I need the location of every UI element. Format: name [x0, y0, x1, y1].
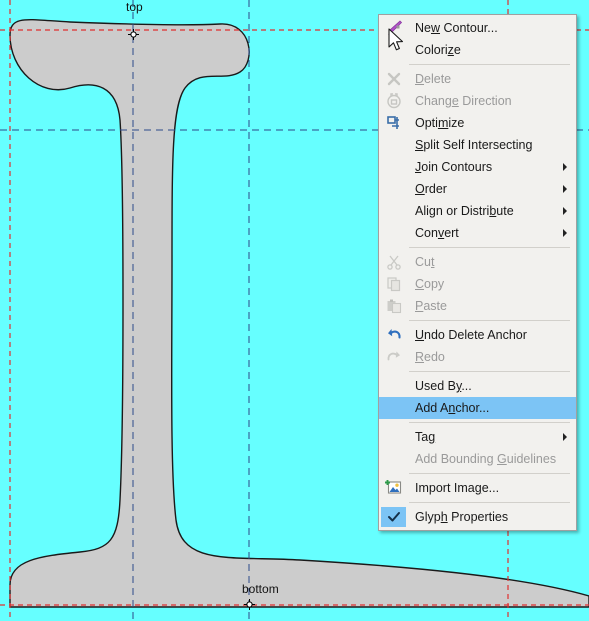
menu-item-import-image[interactable]: Import Image...: [379, 477, 576, 499]
menu-label: Glyph Properties: [415, 510, 509, 524]
menu-separator-3: [409, 320, 570, 321]
menu-item-glyph-properties[interactable]: Glyph Properties: [379, 506, 576, 528]
menu-label: Join Contours: [415, 160, 493, 174]
menu-item-paste[interactable]: Paste: [379, 295, 576, 317]
menu-label: Order: [415, 182, 447, 196]
optimize-icon: [384, 114, 404, 132]
copy-icon: [384, 275, 404, 293]
chevron-right-icon: [563, 185, 567, 193]
menu-label: Redo: [415, 350, 445, 364]
menu-label: New Contour...: [415, 21, 498, 35]
menu-label: Colorize: [415, 43, 461, 57]
menu-label: Change Direction: [415, 94, 512, 108]
menu-separator-5: [409, 422, 570, 423]
menu-label: Optimize: [415, 116, 465, 130]
menu-item-tag[interactable]: Tag: [379, 426, 576, 448]
menu-label: Delete: [415, 72, 452, 86]
chevron-right-icon: [563, 207, 567, 215]
menu-label: Convert: [415, 226, 459, 240]
anchor-label-top: top: [126, 0, 143, 14]
menu-item-used-by[interactable]: Used By...: [379, 375, 576, 397]
menu-item-change-direction[interactable]: Change Direction: [379, 90, 576, 112]
undo-icon: [384, 326, 404, 344]
glyph-context-menu[interactable]: New Contour... Colorize Delete Change Di…: [378, 14, 577, 531]
menu-item-convert[interactable]: Convert: [379, 222, 576, 244]
redo-icon: [384, 348, 404, 366]
menu-label: Add Anchor...: [415, 401, 490, 415]
anchor-label-bottom: bottom: [242, 582, 279, 596]
menu-item-optimize[interactable]: Optimize: [379, 112, 576, 134]
anchor-marker-top[interactable]: [128, 29, 139, 40]
close-x-icon: [384, 70, 404, 88]
menu-separator-6: [409, 473, 570, 474]
menu-item-copy[interactable]: Copy: [379, 273, 576, 295]
menu-label: Tag: [415, 430, 436, 444]
menu-label: Import Image...: [415, 481, 500, 495]
import-image-icon: [384, 479, 404, 497]
menu-item-align-or-distribute[interactable]: Align or Distribute: [379, 200, 576, 222]
menu-label: Align or Distribute: [415, 204, 514, 218]
menu-item-add-bounding-guidelines[interactable]: Add Bounding Guidelines: [379, 448, 576, 470]
menu-item-join-contours[interactable]: Join Contours: [379, 156, 576, 178]
menu-label: Used By...: [415, 379, 472, 393]
menu-separator-2: [409, 247, 570, 248]
mouse-pointer: [388, 28, 404, 51]
change-direction-icon: [384, 92, 404, 110]
anchor-marker-bottom[interactable]: [244, 599, 255, 610]
menu-item-cut[interactable]: Cut: [379, 251, 576, 273]
chevron-right-icon: [563, 163, 567, 171]
menu-label: Paste: [415, 299, 447, 313]
menu-item-delete[interactable]: Delete: [379, 68, 576, 90]
chevron-right-icon: [563, 229, 567, 237]
menu-item-add-anchor[interactable]: Add Anchor...: [379, 397, 576, 419]
menu-item-split-self-intersecting[interactable]: Split Self Intersecting: [379, 134, 576, 156]
menu-item-redo[interactable]: Redo: [379, 346, 576, 368]
screen-root: top bottom New Contour... Colorize Delet…: [0, 0, 589, 621]
menu-item-new-contour[interactable]: New Contour...: [379, 17, 576, 39]
chevron-right-icon: [563, 433, 567, 441]
menu-label: Copy: [415, 277, 445, 291]
checkmark-icon: [381, 507, 406, 527]
menu-item-undo-delete-anchor[interactable]: Undo Delete Anchor: [379, 324, 576, 346]
menu-label: Add Bounding Guidelines: [415, 452, 557, 466]
menu-separator-7: [409, 502, 570, 503]
menu-separator-4: [409, 371, 570, 372]
paste-icon: [384, 297, 404, 315]
menu-label: Undo Delete Anchor: [415, 328, 527, 342]
menu-label: Split Self Intersecting: [415, 138, 533, 152]
menu-label: Cut: [415, 255, 435, 269]
menu-item-colorize[interactable]: Colorize: [379, 39, 576, 61]
menu-separator-1: [409, 64, 570, 65]
scissors-icon: [384, 253, 404, 271]
menu-item-order[interactable]: Order: [379, 178, 576, 200]
